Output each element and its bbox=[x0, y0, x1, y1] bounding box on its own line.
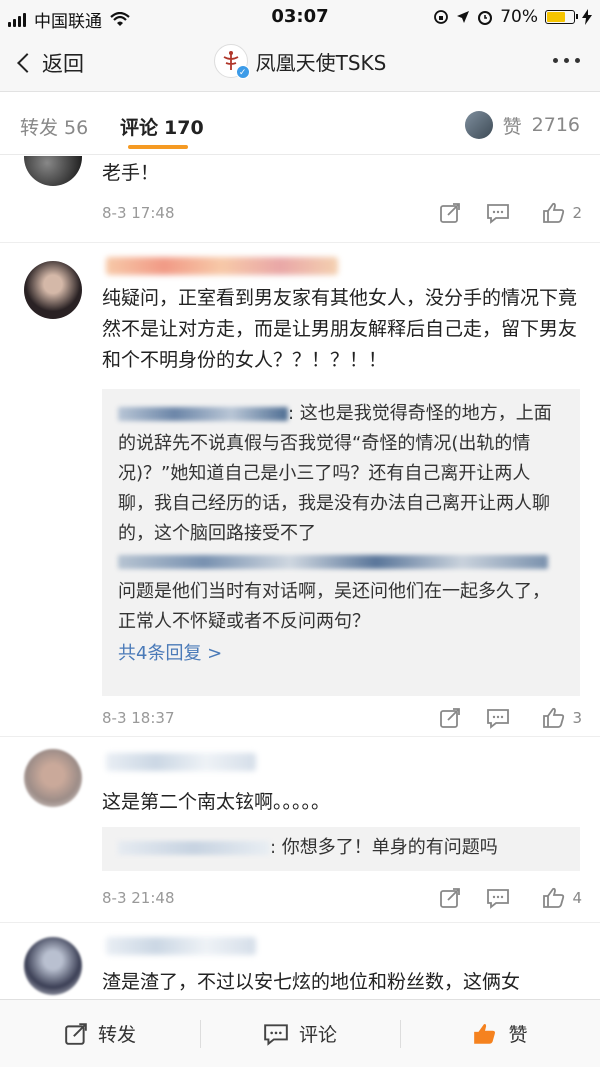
comment-text: 渣是渣了，不过以安七炫的地位和粉丝数，这俩女 bbox=[102, 971, 521, 993]
like-button[interactable]: 2 bbox=[522, 201, 582, 225]
reply-item: : 你想多了！单身的有问题吗 bbox=[118, 833, 564, 863]
commenter-name[interactable] bbox=[106, 937, 256, 955]
tab-bar: 转发 56 评论 170 赞 2716 bbox=[0, 93, 600, 155]
reply-author[interactable] bbox=[118, 841, 270, 855]
bottom-action-bar: 转发 评论 赞 bbox=[0, 999, 600, 1067]
tab-likes-label: 赞 bbox=[502, 115, 522, 138]
rotation-lock-icon bbox=[434, 10, 449, 24]
reply-text: 问题是他们当时有对话啊，吴还问他们在一起多久了，正常人不怀疑或者不反问两句？ bbox=[118, 581, 550, 632]
charging-icon bbox=[582, 9, 592, 25]
comment-date: 8-3 18:37 bbox=[102, 709, 175, 727]
tab-likes-count: 2716 bbox=[531, 114, 580, 136]
comment-feed[interactable]: 老手！ 8-3 17:48 2 纯疑问，正室看到男友家有其他女人，没分手的情况下… bbox=[0, 156, 600, 999]
reply-thread[interactable]: : 这也是我觉得奇怪的地方，上面的说辞先不说真假与否我觉得“奇怪的情况(出轨的情… bbox=[102, 389, 580, 696]
reply-thread[interactable]: : 你想多了！单身的有问题吗 bbox=[102, 827, 580, 871]
thumbs-up-icon bbox=[474, 1023, 496, 1044]
reply-text: : 你想多了！单身的有问题吗 bbox=[270, 837, 498, 858]
reply-item: : 这也是我觉得奇怪的地方，上面的说辞先不说真假与否我觉得“奇怪的情况(出轨的情… bbox=[118, 399, 564, 549]
liker-avatar bbox=[464, 111, 493, 139]
comment-meta: 8-3 17:48 2 bbox=[102, 198, 582, 228]
share-button[interactable] bbox=[426, 883, 474, 913]
reply-item: 问题是他们当时有对话啊，吴还问他们在一起多久了，正常人不怀疑或者不反问两句？ bbox=[118, 555, 564, 637]
commenter-avatar[interactable] bbox=[24, 749, 82, 807]
commenter-avatar[interactable] bbox=[24, 261, 82, 319]
reply-author[interactable] bbox=[118, 555, 548, 569]
comment-text: 这是第二个南太铉啊。。。。。 bbox=[102, 791, 331, 813]
commenter-avatar[interactable] bbox=[24, 937, 82, 995]
like-button[interactable]: 4 bbox=[522, 886, 582, 910]
tab-repost-count: 56 bbox=[64, 117, 89, 139]
thumbs-up-icon bbox=[543, 202, 565, 223]
comment-icon bbox=[487, 204, 509, 224]
thumbs-up-icon bbox=[543, 887, 565, 908]
tab-comments[interactable]: 评论 170 bbox=[120, 113, 204, 140]
comment-meta: 8-3 18:37 3 bbox=[102, 703, 582, 733]
like-count: 2 bbox=[572, 204, 582, 222]
more-options-icon[interactable] bbox=[553, 58, 580, 63]
account-avatar: ✓ bbox=[213, 44, 250, 79]
comment-text: 纯疑问，正室看到男友家有其他女人，没分手的情况下竟然不是让对方走，而是让男朋友解… bbox=[102, 287, 578, 371]
reply-button[interactable] bbox=[474, 198, 522, 228]
comment-label: 评论 bbox=[298, 1024, 337, 1046]
like-post-button[interactable]: 赞 bbox=[400, 1000, 600, 1067]
location-icon bbox=[457, 11, 470, 23]
status-bar: 中国联通 03:07 70% bbox=[0, 0, 600, 34]
like-count: 3 bbox=[572, 709, 582, 727]
comment-button[interactable]: 评论 bbox=[200, 1000, 400, 1067]
like-button[interactable]: 3 bbox=[522, 706, 582, 730]
comment-date: 8-3 21:48 bbox=[102, 889, 175, 907]
tab-comments-count: 170 bbox=[164, 117, 204, 139]
comment-item: 纯疑问，正室看到男友家有其他女人，没分手的情况下竟然不是让对方走，而是让男朋友解… bbox=[0, 243, 600, 731]
repost-button[interactable]: 转发 bbox=[0, 1000, 200, 1067]
share-button[interactable] bbox=[426, 198, 474, 228]
share-button[interactable] bbox=[426, 703, 474, 733]
page-title: 凤凰天使TSKS bbox=[255, 50, 387, 75]
tab-repost-label: 转发 bbox=[20, 117, 59, 139]
comment-item: 老手！ 8-3 17:48 2 bbox=[0, 156, 600, 236]
reply-button[interactable] bbox=[474, 883, 522, 913]
reply-author[interactable] bbox=[118, 407, 288, 421]
reply-text: : 这也是我觉得奇怪的地方，上面的说辞先不说真假与否我觉得“奇怪的情况(出轨的情… bbox=[118, 403, 552, 544]
alarm-icon bbox=[478, 11, 493, 25]
share-icon bbox=[65, 1022, 87, 1045]
battery-icon bbox=[545, 10, 578, 24]
commenter-avatar[interactable] bbox=[24, 156, 82, 186]
nav-bar: 返回 ✓ 凤凰天使TSKS bbox=[0, 34, 600, 92]
battery-percent: 70% bbox=[500, 7, 538, 27]
share-icon bbox=[440, 888, 460, 908]
comment-date: 8-3 17:48 bbox=[102, 204, 175, 222]
active-tab-indicator bbox=[128, 145, 188, 149]
comment-item: 这是第二个南太铉啊。。。。。 : 你想多了！单身的有问题吗 8-3 21:48 … bbox=[0, 737, 600, 917]
comment-icon bbox=[487, 889, 509, 909]
share-icon bbox=[440, 203, 460, 223]
comment-meta: 8-3 21:48 4 bbox=[102, 883, 582, 913]
nav-title-group[interactable]: ✓ 凤凰天使TSKS bbox=[0, 44, 600, 79]
commenter-name[interactable] bbox=[106, 257, 338, 275]
comment-item: 渣是渣了，不过以安七炫的地位和粉丝数，这俩女 bbox=[0, 923, 600, 999]
comment-icon bbox=[487, 709, 509, 729]
tab-repost[interactable]: 转发 56 bbox=[20, 113, 88, 140]
tab-likes[interactable]: 赞 2716 bbox=[464, 111, 580, 139]
battery-level bbox=[547, 12, 565, 22]
thumbs-up-icon bbox=[543, 707, 565, 728]
verified-badge-icon: ✓ bbox=[235, 65, 250, 79]
like-count: 4 bbox=[572, 889, 582, 907]
share-icon bbox=[440, 708, 460, 728]
commenter-name[interactable] bbox=[106, 753, 256, 771]
reply-button[interactable] bbox=[474, 703, 522, 733]
comment-text: 老手！ bbox=[102, 162, 160, 184]
like-label: 赞 bbox=[508, 1024, 528, 1046]
comment-icon bbox=[264, 1023, 288, 1046]
more-replies-link[interactable]: 共4条回复 > bbox=[118, 639, 564, 669]
tab-comments-label: 评论 bbox=[120, 117, 159, 139]
repost-label: 转发 bbox=[97, 1024, 136, 1046]
